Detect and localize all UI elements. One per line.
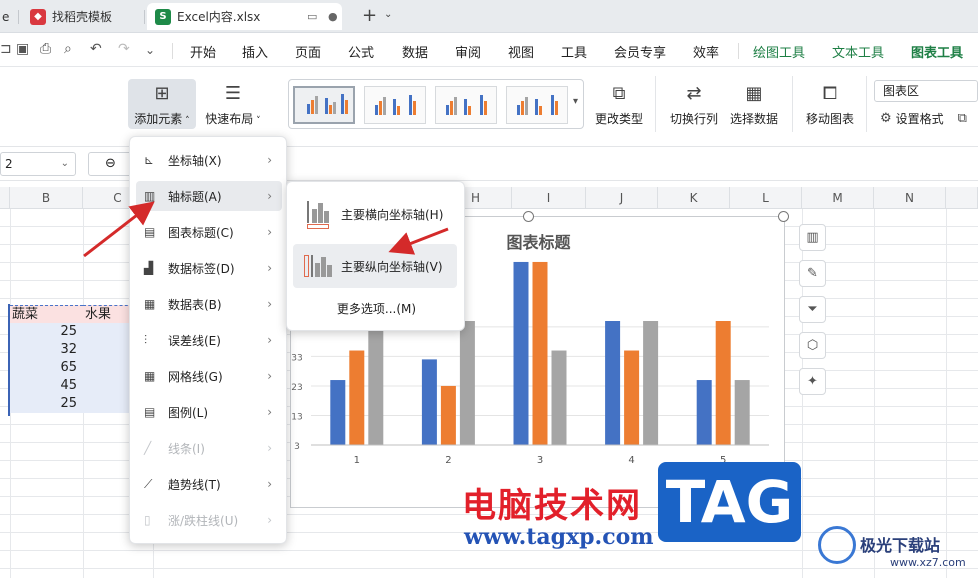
arrow-to-vertical-axis — [388, 227, 449, 255]
watermark-site: 极光下载站 — [860, 536, 941, 555]
watermark-site-url: www.xz7.com — [890, 556, 966, 569]
arrow-to-axis-title — [83, 201, 155, 258]
site-logo-icon — [818, 526, 856, 564]
watermark-title: 电脑技术网 — [462, 486, 642, 526]
watermark-tag-logo: TAG — [658, 462, 801, 542]
watermark-url: www.tagxp.com — [464, 524, 654, 550]
